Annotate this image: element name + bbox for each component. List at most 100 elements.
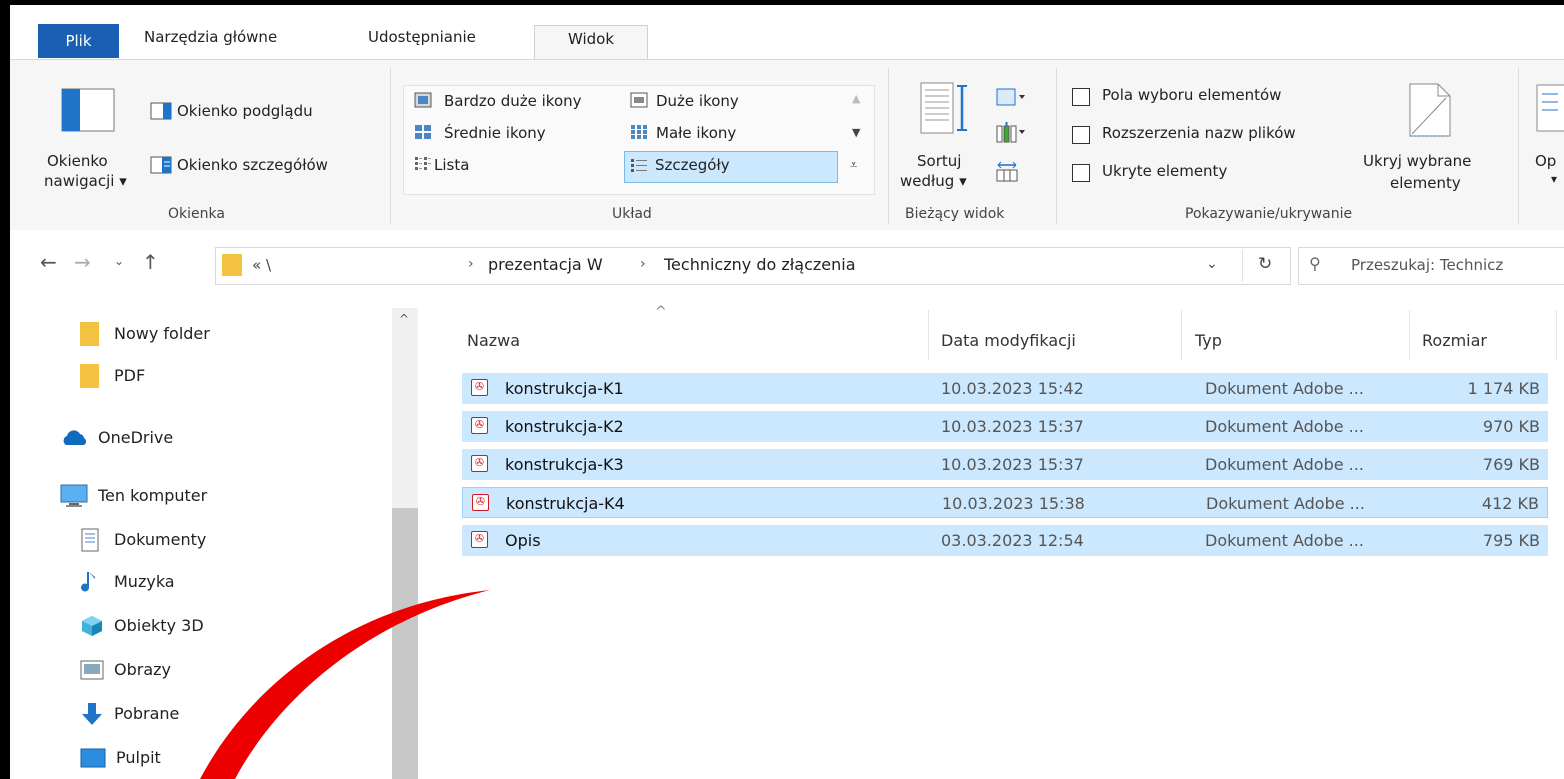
nav-item-label: Obiekty 3D (114, 616, 204, 635)
column-header-type[interactable]: Typ (1195, 331, 1222, 350)
address-bar[interactable]: « \ › prezentacja W › Techniczny do złąc… (215, 247, 1291, 285)
tab-udostepnianie[interactable]: Udostępnianie (368, 24, 476, 51)
file-name: konstrukcja-K2 (505, 417, 624, 436)
large-icons-icon (630, 92, 648, 108)
group-separator (1518, 68, 1519, 224)
column-separator[interactable] (1181, 310, 1182, 360)
details-pane-label: Okienko szczegółów (177, 156, 328, 174)
size-columns-to-fit-icon (996, 161, 1018, 182)
item-checkboxes-label: Pola wyboru elementów (1102, 86, 1282, 104)
file-name: konstrukcja-K1 (505, 379, 624, 398)
column-header-date[interactable]: Data modyfikacji (941, 331, 1076, 350)
large-icons-label: Duże ikony (656, 92, 739, 110)
back-arrow-icon[interactable]: ← (40, 250, 57, 274)
folder-icon (222, 254, 242, 276)
group-label-pokazywanie-ukrywanie: Pokazywanie/ukrywanie (1185, 206, 1353, 222)
tab-widok[interactable]: Widok (534, 25, 648, 61)
dropdown-arrow-icon: ▾ (1551, 172, 1558, 186)
list-view-label: Lista (434, 156, 470, 174)
up-arrow-icon[interactable]: ↑ (142, 250, 159, 274)
scroll-up-icon: ▲ (852, 92, 861, 105)
recent-locations-chevron-icon[interactable]: ⌄ (114, 254, 124, 268)
folder-icon (80, 322, 99, 346)
address-divider (1242, 250, 1243, 282)
column-separator[interactable] (1409, 310, 1410, 360)
file-type: Dokument Adobe ... (1205, 531, 1364, 550)
file-size: 970 KB (1482, 417, 1540, 436)
file-row-konstrukcja-k1[interactable]: ✇ konstrukcja-K1 10.03.2023 15:42 Dokume… (462, 373, 1548, 404)
layout-details[interactable]: Szczegóły (624, 151, 838, 183)
nav-item-label: OneDrive (98, 428, 174, 447)
music-note-icon (81, 572, 95, 592)
forward-arrow-icon[interactable]: → (74, 250, 91, 274)
options-icon (1536, 84, 1564, 132)
hide-selected-label: Ukryj wybrane (1363, 152, 1472, 170)
medium-icons-label: Średnie ikony (444, 124, 546, 142)
breadcrumb-separator-icon[interactable]: › (640, 256, 646, 272)
folder-icon (80, 364, 99, 388)
hide-selected-icon (1409, 83, 1451, 137)
computer-icon (60, 484, 88, 507)
group-label-biezacy-widok: Bieżący widok (905, 206, 1005, 222)
3d-objects-icon (82, 616, 102, 636)
tab-plik[interactable]: Plik (38, 24, 119, 58)
file-size: 795 KB (1482, 531, 1540, 550)
hidden-items-checkbox[interactable] (1072, 164, 1090, 182)
desktop-icon (80, 748, 106, 768)
refresh-icon[interactable]: ↻ (1258, 254, 1272, 274)
address-overflow[interactable]: « \ (252, 256, 271, 274)
file-size: 1 174 KB (1467, 379, 1540, 398)
search-box[interactable]: ⚲ Przeszukaj: Technicz (1298, 247, 1564, 285)
small-icons-label: Małe ikony (656, 124, 737, 142)
navigation-scroll-thumb[interactable] (392, 508, 418, 779)
small-icons-icon (631, 125, 647, 139)
sort-by-label-2: według ▾ (900, 172, 967, 190)
tab-narzedzia-glowne[interactable]: Narzędzia główne (144, 24, 277, 51)
search-input[interactable]: Przeszukaj: Technicz (1351, 256, 1503, 274)
file-row-konstrukcja-k4[interactable]: ✇ konstrukcja-K4 10.03.2023 15:38 Dokume… (462, 487, 1548, 518)
nav-item-label: PDF (114, 366, 146, 385)
pictures-icon (80, 660, 104, 680)
breadcrumb-techniczny[interactable]: Techniczny do złączenia (664, 255, 856, 274)
column-separator[interactable] (1556, 310, 1557, 360)
nav-item-label: Pobrane (114, 704, 180, 723)
nav-item-label: Muzyka (114, 572, 175, 591)
very-large-icons-icon (414, 92, 432, 108)
details-pane-icon (150, 156, 172, 174)
ribbon-tabs: Plik Narzędzia główne Udostępnianie Wido… (10, 5, 1564, 61)
pdf-file-icon: ✇ (471, 455, 488, 472)
file-date: 10.03.2023 15:37 (941, 455, 1084, 474)
breadcrumb-prezentacja[interactable]: prezentacja W (488, 255, 603, 274)
column-header-size[interactable]: Rozmiar (1422, 331, 1487, 350)
navigation-pane-label: Okienko (47, 152, 108, 170)
pdf-file-icon: ✇ (472, 494, 489, 511)
column-header-name[interactable]: Nazwa (467, 331, 520, 350)
file-extensions-label: Rozszerzenia nazw plików (1102, 124, 1296, 142)
file-extensions-checkbox[interactable] (1072, 126, 1090, 144)
file-name: konstrukcja-K4 (506, 494, 625, 513)
sort-by-icon (920, 82, 967, 134)
file-explorer-window: Plik Narzędzia główne Udostępnianie Wido… (10, 5, 1564, 779)
download-arrow-icon (82, 703, 102, 725)
gallery-more-icon: ⩡ (850, 158, 858, 173)
nav-item-label: Pulpit (116, 748, 161, 767)
item-checkboxes-checkbox[interactable] (1072, 88, 1090, 106)
navigation-pane: Nowy folder PDF OneDrive Ten komputer Do… (10, 298, 420, 779)
address-history-chevron-icon[interactable]: ⌄ (1206, 256, 1218, 272)
medium-icons-icon (415, 125, 431, 139)
file-size: 769 KB (1482, 455, 1540, 474)
search-icon: ⚲ (1309, 254, 1321, 273)
documents-icon (81, 528, 99, 552)
file-date: 10.03.2023 15:38 (942, 494, 1085, 513)
column-separator[interactable] (928, 310, 929, 360)
list-view-icon (415, 157, 431, 170)
file-name: konstrukcja-K3 (505, 455, 624, 474)
dropdown-arrow-icon: ▾ (959, 172, 967, 190)
breadcrumb-separator-icon[interactable]: › (468, 256, 474, 272)
file-row-konstrukcja-k3[interactable]: ✇ konstrukcja-K3 10.03.2023 15:37 Dokume… (462, 449, 1548, 480)
onedrive-cloud-icon (63, 430, 87, 445)
file-row-konstrukcja-k2[interactable]: ✇ konstrukcja-K2 10.03.2023 15:37 Dokume… (462, 411, 1548, 442)
file-row-opis[interactable]: ✇ Opis 03.03.2023 12:54 Dokument Adobe .… (462, 525, 1548, 556)
hide-selected-label-2: elementy (1390, 174, 1461, 192)
scroll-up-icon[interactable]: ^ (399, 312, 409, 326)
